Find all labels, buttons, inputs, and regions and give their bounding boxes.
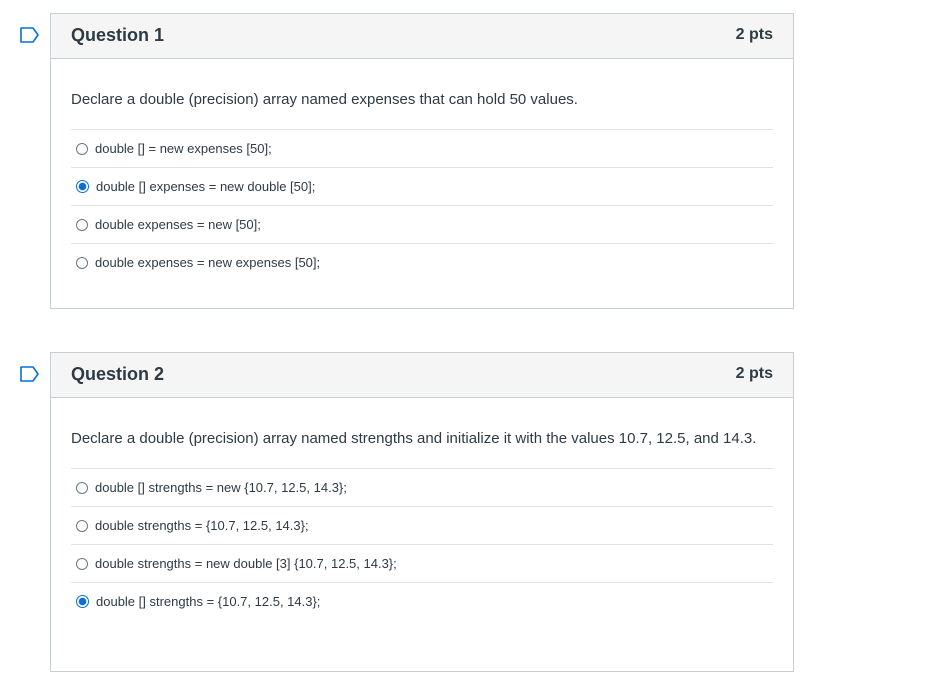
answer-label: double [] strengths = new {10.7, 12.5, 1…: [95, 480, 347, 495]
answer-option[interactable]: double strengths = {10.7, 12.5, 14.3};: [71, 507, 773, 545]
question-header: Question 1 2 pts: [51, 14, 793, 59]
question-card-2: Question 2 2 pts Declare a double (preci…: [20, 352, 794, 672]
answer-option[interactable]: double expenses = new expenses [50];: [71, 244, 773, 281]
answer-label: double [] = new expenses [50];: [95, 141, 272, 156]
answer-list: double [] strengths = new {10.7, 12.5, 1…: [71, 468, 773, 620]
question-points: 2 pts: [735, 365, 773, 382]
radio-button[interactable]: [76, 557, 88, 570]
radio-button[interactable]: [76, 256, 88, 269]
question-header: Question 2 2 pts: [51, 353, 793, 398]
question-title: Question 2: [71, 364, 165, 384]
answer-option[interactable]: double expenses = new [50];: [71, 206, 773, 244]
answer-label: double strengths = new double [3] {10.7,…: [95, 556, 397, 571]
answer-label: double [] strengths = {10.7, 12.5, 14.3}…: [96, 594, 321, 609]
radio-button-selected[interactable]: [76, 180, 89, 193]
answer-option[interactable]: double [] expenses = new double [50];: [71, 168, 773, 206]
question-text: Declare a double (precision) array named…: [71, 91, 578, 108]
answer-option[interactable]: double strengths = new double [3] {10.7,…: [71, 545, 773, 583]
question-points: 2 pts: [735, 26, 773, 43]
answer-label: double strengths = {10.7, 12.5, 14.3};: [95, 518, 309, 533]
answer-label: double [] expenses = new double [50];: [96, 179, 316, 194]
question-card-1: Question 1 2 pts Declare a double (preci…: [20, 13, 794, 309]
radio-button[interactable]: [76, 142, 88, 155]
answer-option[interactable]: double [] strengths = {10.7, 12.5, 14.3}…: [71, 583, 773, 620]
radio-button-selected[interactable]: [76, 595, 89, 608]
answer-label: double expenses = new expenses [50];: [95, 255, 321, 270]
question-title: Question 1: [71, 25, 165, 45]
flag-question-icon[interactable]: [20, 366, 40, 382]
radio-button[interactable]: [76, 519, 88, 532]
radio-button[interactable]: [76, 481, 88, 494]
flag-question-icon[interactable]: [20, 27, 40, 43]
question-text: Declare a double (precision) array named…: [71, 430, 757, 447]
answer-option[interactable]: double [] strengths = new {10.7, 12.5, 1…: [71, 469, 773, 507]
answer-label: double expenses = new [50];: [95, 217, 261, 232]
answer-option[interactable]: double [] = new expenses [50];: [71, 130, 773, 168]
answer-list: double [] = new expenses [50]; double []…: [71, 129, 773, 281]
radio-button[interactable]: [76, 218, 88, 231]
